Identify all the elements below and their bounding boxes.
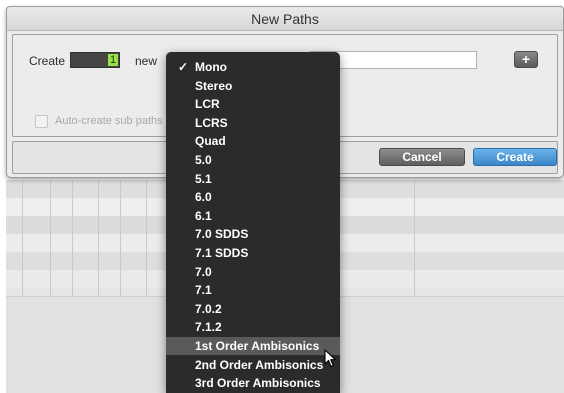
menu-item-label: 7.1 SDDS (195, 246, 249, 260)
menu-item-label: 7.1 (195, 283, 212, 298)
grid-line (98, 180, 99, 300)
menu-item[interactable]: 7.1 (166, 281, 340, 299)
path-count-value[interactable]: 1 (108, 54, 118, 66)
grid-line (120, 180, 121, 300)
menu-item[interactable]: 3rd Order Ambisonics (166, 374, 340, 392)
menu-item[interactable]: 7.1 SDDS (166, 244, 340, 262)
menu-item[interactable]: 7.0 SDDS (166, 225, 340, 243)
menu-item-label: 7.0 (195, 264, 212, 279)
add-row-button[interactable]: + (514, 51, 538, 68)
menu-item-label: Mono (195, 60, 227, 74)
create-label: Create (29, 54, 66, 68)
menu-item-label: 3rd Order Ambisonics (195, 376, 321, 391)
auto-create-label: Auto-create sub paths (55, 115, 163, 127)
grid-line (22, 180, 23, 300)
create-button[interactable]: Create (473, 148, 557, 166)
menu-item[interactable]: Stereo (166, 77, 340, 95)
grid-line (414, 180, 415, 300)
checkmark-icon: ✓ (178, 60, 189, 74)
menu-item[interactable]: LCRS (166, 114, 340, 132)
menu-item-label: 5.0 (195, 153, 212, 167)
menu-item-label: Quad (195, 134, 226, 149)
menu-item-label: 7.0.2 (195, 301, 222, 316)
auto-create-checkbox[interactable] (35, 115, 48, 128)
grid-line (72, 180, 73, 300)
menu-item-label: 5.1 (195, 171, 212, 186)
menu-item[interactable]: Quad (166, 132, 340, 150)
path-count-field[interactable]: 1 (70, 52, 120, 68)
menu-item[interactable]: 6.0 (166, 188, 340, 206)
new-label: new (135, 54, 158, 68)
screen: New Paths Create 1 new + Auto-create sub… (0, 0, 564, 393)
menu-item-label: 2nd Order Ambisonics (195, 357, 324, 372)
menu-item-label: LCR (195, 97, 220, 112)
menu-item-label: Stereo (195, 78, 233, 93)
menu-item[interactable]: ✓ Mono (166, 58, 340, 76)
menu-item[interactable]: 7.0.2 (166, 300, 340, 318)
cancel-button[interactable]: Cancel (379, 148, 465, 166)
menu-item-label: 7.1.2 (195, 320, 222, 335)
channel-format-menu: ✓ Mono Stereo LCR LCRS Quad 5.0 5.1 6.0 6.1 7.0 SD… (166, 52, 340, 393)
menu-item[interactable]: 5.1 (166, 170, 340, 188)
menu-item-label: LCRS (195, 115, 228, 130)
menu-item-label: 6.0 (195, 190, 212, 205)
menu-item[interactable]: 6.1 (166, 207, 340, 225)
menu-item[interactable]: 1st Order Ambisonics (166, 337, 340, 355)
dialog-title: New Paths (7, 7, 563, 31)
menu-item[interactable]: 5.0 (166, 151, 340, 169)
menu-item-label: 7.0 SDDS (195, 227, 249, 242)
grid-line (50, 180, 51, 300)
mouse-cursor-icon (324, 349, 337, 368)
grid-line (146, 180, 147, 300)
menu-item-label: 6.1 (195, 208, 212, 223)
menu-item[interactable]: 7.0 (166, 263, 340, 281)
menu-item[interactable]: 2nd Order Ambisonics (166, 356, 340, 374)
menu-item-label: 1st Order Ambisonics (195, 339, 320, 353)
menu-item[interactable]: LCR (166, 95, 340, 113)
menu-item[interactable]: 7.1.2 (166, 318, 340, 336)
